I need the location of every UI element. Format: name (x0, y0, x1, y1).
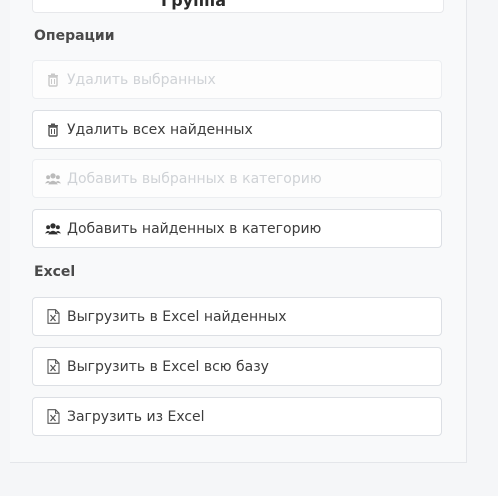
delete-selected-label: Удалить выбранных (67, 71, 216, 88)
excel-section-title: Excel (34, 264, 76, 280)
import-excel-button[interactable]: Загрузить из Excel (32, 397, 442, 436)
users-icon (45, 221, 61, 237)
users-icon (45, 171, 61, 187)
delete-found-button[interactable]: Удалить всех найденных (32, 110, 442, 149)
previous-block-fragment: Группа (32, 0, 444, 13)
delete-selected-button[interactable]: Удалить выбранных (32, 60, 442, 99)
add-selected-to-category-label: Добавить выбранных в категорию (67, 170, 322, 187)
add-selected-to-category-button[interactable]: Добавить выбранных в категорию (32, 159, 442, 198)
export-found-excel-label: Выгрузить в Excel найденных (67, 308, 287, 325)
previous-block-title: Группа (161, 0, 226, 10)
import-excel-label: Загрузить из Excel (67, 408, 205, 425)
trash-icon (45, 122, 61, 138)
delete-found-label: Удалить всех найденных (67, 121, 253, 138)
export-found-excel-button[interactable]: Выгрузить в Excel найденных (32, 297, 442, 336)
add-found-to-category-label: Добавить найденных в категорию (67, 220, 322, 237)
excel-file-icon (45, 359, 61, 375)
export-all-excel-button[interactable]: Выгрузить в Excel всю базу (32, 347, 442, 386)
export-all-excel-label: Выгрузить в Excel всю базу (67, 358, 269, 375)
excel-file-icon (45, 309, 61, 325)
excel-file-icon (45, 409, 61, 425)
operations-section-title: Операции (34, 28, 115, 44)
add-found-to-category-button[interactable]: Добавить найденных в категорию (32, 209, 442, 248)
trash-icon (45, 72, 61, 88)
